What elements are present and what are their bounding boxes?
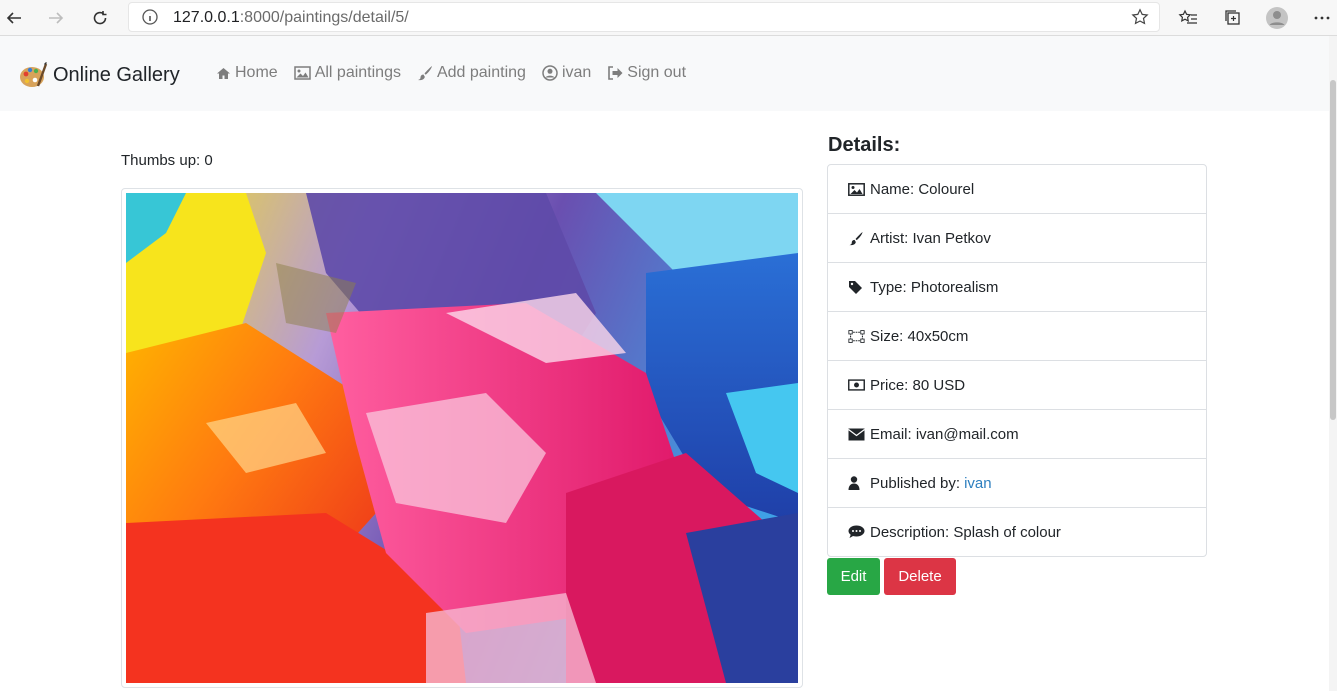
painting-image [126, 193, 798, 683]
url-path: :8000/paintings/detail/5/ [239, 9, 409, 26]
url-text: 127.0.0.1:8000/paintings/detail/5/ [173, 9, 409, 27]
nav-add-painting[interactable]: Add painting [417, 64, 526, 82]
user-circle-icon [542, 65, 558, 81]
site-navbar: Online Gallery Home All paintings Add pa… [0, 36, 1337, 111]
sign-out-icon [608, 66, 623, 80]
favorites-icon[interactable] [1174, 4, 1202, 32]
nav-sign-out-label: Sign out [627, 64, 687, 81]
picture-icon [848, 182, 865, 196]
brush-icon [848, 231, 865, 245]
painting-image-frame [121, 188, 803, 688]
scrollbar-thumb[interactable] [1330, 80, 1336, 420]
back-button[interactable] [0, 4, 28, 32]
detail-type-text: Type: Photorealism [870, 278, 999, 296]
delete-button[interactable]: Delete [884, 558, 956, 595]
detail-email-text: Email: ivan@mail.com [870, 425, 1019, 443]
forward-button[interactable] [42, 4, 70, 32]
published-by-user-link[interactable]: ivan [964, 475, 992, 492]
comment-icon [848, 525, 865, 539]
detail-type: Type: Photorealism [828, 263, 1206, 312]
detail-name: Name: Colourel [828, 165, 1206, 214]
edit-button[interactable]: Edit [827, 558, 880, 595]
reload-icon [93, 11, 107, 25]
detail-price-text: Price: 80 USD [870, 376, 966, 394]
detail-artist-text: Artist: Ivan Petkov [870, 229, 991, 247]
brush-icon [417, 66, 432, 81]
more-menu-icon[interactable] [1308, 4, 1336, 32]
image-icon [293, 66, 311, 80]
nav-all-paintings-label: All paintings [314, 64, 401, 81]
money-icon [848, 378, 865, 392]
detail-size: Size: 40x50cm [828, 312, 1206, 361]
nav-profile[interactable]: ivan [542, 64, 591, 82]
envelope-icon [848, 427, 865, 441]
info-icon[interactable] [141, 8, 159, 31]
page-scrollbar[interactable] [1329, 36, 1337, 691]
url-host: 127.0.0.1 [173, 9, 240, 26]
brand-link[interactable]: Online Gallery [18, 60, 180, 90]
detail-size-text: Size: 40x50cm [870, 327, 969, 345]
detail-published-by: Published by: ivan [828, 459, 1206, 508]
nav-sign-out[interactable]: Sign out [607, 64, 686, 82]
nav-links: Home All paintings Add painting ivan Sig… [216, 64, 702, 82]
address-bar[interactable]: 127.0.0.1:8000/paintings/detail/5/ [128, 2, 1160, 32]
detail-name-text: Name: Colourel [870, 180, 975, 198]
detail-artist: Artist: Ivan Petkov [828, 214, 1206, 263]
detail-description: Description: Splash of colour [828, 508, 1206, 556]
nav-all-paintings[interactable]: All paintings [293, 64, 401, 82]
resize-icon [848, 329, 865, 343]
detail-description-text: Description: Splash of colour [870, 523, 1061, 541]
user-icon [848, 476, 865, 490]
nav-add-painting-label: Add painting [436, 64, 526, 81]
nav-profile-label: ivan [561, 64, 592, 81]
brand-title: Online Gallery [53, 63, 180, 86]
reload-button[interactable] [86, 4, 114, 32]
back-arrow-icon [6, 12, 21, 24]
tag-icon [848, 280, 865, 294]
profile-avatar-icon[interactable] [1263, 4, 1291, 32]
nav-home[interactable]: Home [216, 64, 278, 82]
browser-toolbar: 127.0.0.1:8000/paintings/detail/5/ [0, 0, 1337, 36]
thumbs-up-count: Thumbs up: 0 [121, 152, 213, 169]
collections-icon[interactable] [1219, 4, 1247, 32]
detail-email: Email: ivan@mail.com [828, 410, 1206, 459]
favorite-star-icon[interactable] [1131, 8, 1149, 31]
details-heading: Details: [828, 134, 901, 156]
palette-logo-icon [20, 62, 48, 87]
home-icon [217, 67, 230, 79]
detail-price: Price: 80 USD [828, 361, 1206, 410]
forward-arrow-icon [49, 12, 64, 24]
nav-home-label: Home [235, 64, 278, 81]
details-list: Name: Colourel Artist: Ivan Petkov Type:… [827, 164, 1207, 557]
detail-published-label: Published by: [870, 474, 961, 492]
